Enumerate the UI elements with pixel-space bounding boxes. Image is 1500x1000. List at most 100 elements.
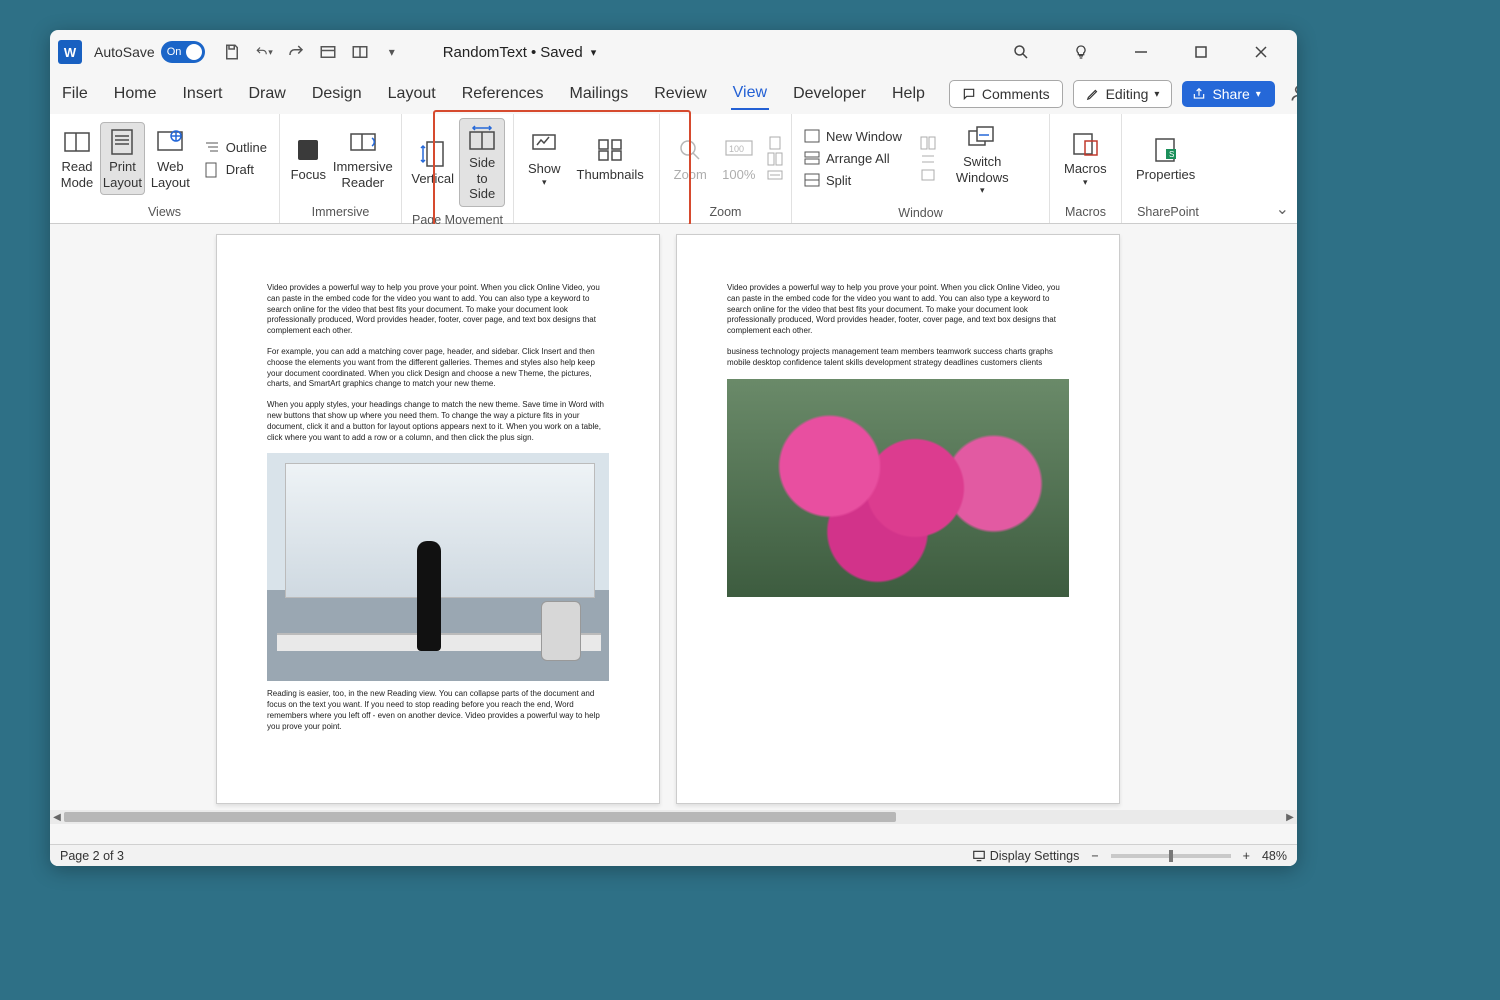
- tab-mailings[interactable]: Mailings: [568, 79, 631, 109]
- sync-scroll-icon: [920, 152, 936, 166]
- status-bar: Page 2 of 3 Display Settings − + 48%: [50, 844, 1297, 866]
- ribbon-group-views: Read Mode Print Layout Web Layout Outlin…: [50, 114, 280, 223]
- web-layout-label: Web Layout: [151, 159, 190, 190]
- read-mode-button[interactable]: Read Mode: [58, 123, 96, 194]
- outline-button[interactable]: Outline: [200, 138, 271, 158]
- scroll-left-icon[interactable]: ◀: [50, 810, 64, 824]
- svg-text:100: 100: [729, 144, 744, 154]
- scroll-thumb[interactable]: [64, 812, 896, 822]
- autosave-toggle[interactable]: On: [161, 41, 205, 63]
- print-layout-button[interactable]: Print Layout: [100, 122, 145, 195]
- tab-home[interactable]: Home: [112, 79, 159, 109]
- page-2[interactable]: Video provides a powerful way to help yo…: [676, 234, 1120, 804]
- focus-button[interactable]: Focus: [288, 131, 329, 187]
- ribbon-group-macros: Macros▾ Macros: [1050, 114, 1122, 223]
- multi-page-icon: [767, 152, 783, 166]
- account-icon[interactable]: [1289, 83, 1297, 105]
- zoom-out-icon[interactable]: −: [1091, 849, 1098, 863]
- tab-draw[interactable]: Draw: [246, 79, 287, 109]
- new-window-button[interactable]: New Window: [800, 127, 906, 147]
- zoom-percent[interactable]: 48%: [1262, 849, 1287, 863]
- arrange-all-button[interactable]: Arrange All: [800, 149, 906, 169]
- side-to-side-button[interactable]: Side to Side: [459, 118, 505, 207]
- tab-review[interactable]: Review: [652, 79, 708, 109]
- scroll-right-icon[interactable]: ▶: [1283, 810, 1297, 824]
- immersive-reader-button[interactable]: Immersive Reader: [333, 123, 393, 194]
- macros-icon: [1069, 129, 1101, 159]
- draft-button[interactable]: Draft: [200, 160, 271, 180]
- comments-button[interactable]: Comments: [949, 80, 1063, 108]
- tab-file[interactable]: File: [60, 79, 90, 109]
- share-button[interactable]: Share ▾: [1182, 81, 1274, 107]
- print-layout-icon: [106, 127, 138, 157]
- ribbon-collapse-icon[interactable]: ⌄: [1276, 199, 1289, 219]
- display-settings-button[interactable]: Display Settings: [972, 849, 1080, 863]
- zoom-group-label: Zoom: [660, 203, 791, 223]
- tab-layout[interactable]: Layout: [386, 79, 438, 109]
- lightbulb-icon[interactable]: [1071, 42, 1091, 62]
- draft-icon: [204, 162, 220, 178]
- one-page-icon: [767, 136, 783, 150]
- print-layout-label: Print Layout: [103, 159, 142, 190]
- properties-label: Properties: [1136, 167, 1195, 183]
- document-area[interactable]: Video provides a powerful way to help yo…: [50, 224, 1297, 844]
- vertical-button[interactable]: Vertical: [410, 135, 455, 191]
- show-button[interactable]: Show▾: [522, 125, 567, 191]
- split-label: Split: [826, 173, 851, 188]
- page2-para1: Video provides a powerful way to help yo…: [727, 283, 1069, 337]
- editing-button[interactable]: Editing ▾: [1073, 80, 1173, 108]
- close-icon[interactable]: [1251, 42, 1271, 62]
- ribbon-tabs: File Home Insert Draw Design Layout Refe…: [50, 74, 1297, 114]
- zoom-in-icon[interactable]: +: [1243, 849, 1250, 863]
- macros-button[interactable]: Macros▾: [1058, 125, 1113, 191]
- read-mode-icon: [61, 127, 93, 157]
- window-group-label: Window: [792, 204, 1049, 224]
- maximize-icon[interactable]: [1191, 42, 1211, 62]
- page-1[interactable]: Video provides a powerful way to help yo…: [216, 234, 660, 804]
- display-settings-icon: [972, 849, 986, 863]
- immersive-reader-label: Immersive Reader: [333, 159, 393, 190]
- horizontal-scrollbar[interactable]: ◀ ▶: [50, 810, 1297, 824]
- zoom-slider[interactable]: [1111, 854, 1231, 858]
- show-label: Show: [528, 161, 561, 177]
- focus-icon: [292, 135, 324, 165]
- pages-container: Video provides a powerful way to help yo…: [216, 234, 1120, 804]
- undo-icon[interactable]: ▾: [255, 43, 273, 61]
- tab-help[interactable]: Help: [890, 79, 927, 109]
- save-icon[interactable]: [223, 43, 241, 61]
- reset-pos-icon: [920, 168, 936, 182]
- switch-windows-button[interactable]: Switch Windows▾: [950, 118, 1015, 200]
- tab-developer[interactable]: Developer: [791, 79, 868, 109]
- tab-design[interactable]: Design: [310, 79, 364, 109]
- zoom-100-icon: 100: [723, 135, 755, 165]
- properties-button[interactable]: S Properties: [1130, 131, 1201, 187]
- thumbnails-button[interactable]: Thumbnails: [571, 131, 650, 187]
- web-layout-icon: [154, 127, 186, 157]
- svg-text:S: S: [1169, 150, 1174, 159]
- qat-more-icon[interactable]: ▾: [383, 43, 401, 61]
- document-title[interactable]: RandomText • Saved ▾: [443, 44, 597, 61]
- tab-references[interactable]: References: [460, 79, 546, 109]
- ribbon: Read Mode Print Layout Web Layout Outlin…: [50, 114, 1297, 224]
- editing-label: Editing: [1106, 86, 1149, 102]
- toggle-knob: [186, 44, 202, 60]
- doc-sep: •: [531, 44, 536, 61]
- page2-para2: business technology projects management …: [727, 347, 1069, 369]
- title-bar: W AutoSave On ▾ ▾ RandomText • Saved ▾: [50, 30, 1297, 74]
- quick-access-toolbar: ▾ ▾: [223, 43, 401, 61]
- split-button[interactable]: Split: [800, 171, 906, 191]
- redo-icon[interactable]: [287, 43, 305, 61]
- autosave-control[interactable]: AutoSave On: [94, 41, 205, 63]
- minimize-icon[interactable]: [1131, 42, 1151, 62]
- qat-icon[interactable]: [319, 43, 337, 61]
- qat-icon-2[interactable]: [351, 43, 369, 61]
- pencil-icon: [1086, 87, 1100, 101]
- tab-insert[interactable]: Insert: [180, 79, 224, 109]
- doc-name: RandomText: [443, 44, 527, 61]
- search-icon[interactable]: [1011, 42, 1031, 62]
- tab-right-controls: Comments Editing ▾ Share ▾: [949, 80, 1297, 108]
- page-indicator[interactable]: Page 2 of 3: [60, 849, 124, 863]
- chevron-down-icon: ▾: [1256, 89, 1261, 100]
- web-layout-button[interactable]: Web Layout: [149, 123, 192, 194]
- tab-view[interactable]: View: [731, 78, 769, 110]
